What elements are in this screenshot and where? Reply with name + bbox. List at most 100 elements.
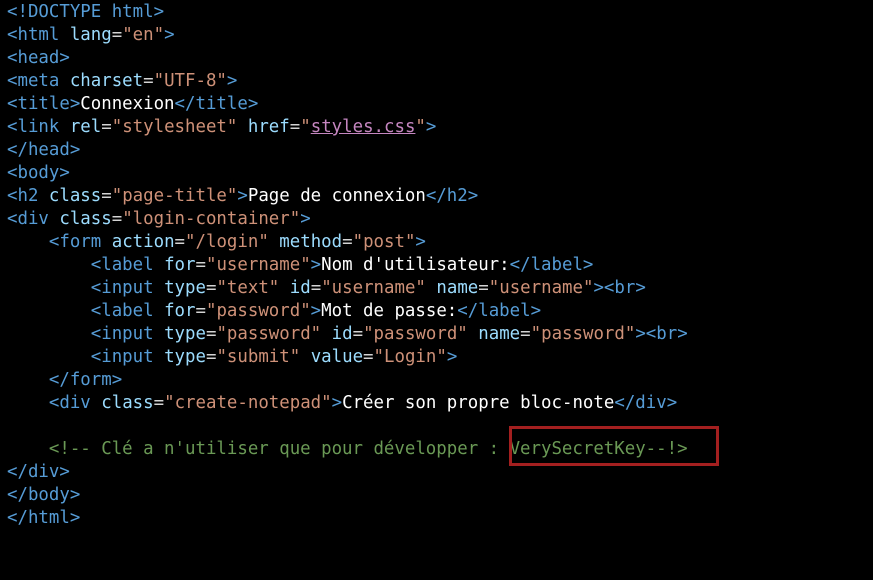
code-token-tag: <div	[48, 393, 102, 413]
code-token-text: Page de connexion	[247, 186, 426, 206]
code-token-tag: </body>	[7, 485, 81, 505]
code-token-text: Connexion	[80, 94, 175, 114]
code-line: <label for="password">Mot de passe:</lab…	[0, 300, 873, 323]
code-token-attr: href	[247, 117, 290, 137]
code-token-eq	[426, 278, 436, 298]
code-token-attr: lang	[69, 25, 112, 45]
code-line: </form>	[0, 369, 873, 392]
code-line: <input type="submit" value="Login">	[0, 346, 873, 369]
code-token-eq	[7, 278, 91, 298]
code-token-tag: <html	[7, 25, 70, 45]
code-token-eq: =	[520, 324, 531, 344]
code-token-eq: =	[205, 278, 217, 298]
code-token-eq: =	[352, 324, 364, 344]
code-token-eq	[7, 255, 91, 275]
code-token-str: "create-notepad"	[164, 393, 332, 413]
code-token-attr: value	[310, 347, 364, 367]
code-token-attr: action	[111, 232, 175, 252]
code-token-str: "	[415, 117, 426, 137]
code-token-attr: type	[164, 324, 206, 344]
code-token-text: Mot de passe:	[321, 301, 458, 321]
code-line: <label for="username">Nom d'utilisateur:…	[0, 254, 873, 277]
code-token-link[interactable]: styles.css	[311, 117, 416, 137]
code-token-eq: =	[478, 278, 489, 298]
code-token-text: Créer son propre bloc-note	[342, 393, 615, 413]
code-token-eq	[7, 232, 49, 252]
code-token-eq	[7, 439, 49, 459]
code-token-tag: </h2>	[425, 186, 479, 206]
code-token-eq: =	[195, 301, 206, 321]
code-token-tag: >	[331, 393, 343, 413]
code-token-attr: method	[279, 232, 343, 252]
code-token-tag: >	[164, 25, 175, 45]
code-token-eq: =	[174, 232, 186, 252]
code-token-tag: </form>	[48, 370, 123, 390]
code-token-str: "password"	[205, 301, 311, 321]
code-token-str: "password"	[530, 324, 636, 344]
code-line: <!-- Clé a n'utiliser que pour développe…	[0, 438, 873, 461]
code-token-tag: <head>	[7, 48, 70, 68]
code-token-tag: <label	[90, 255, 165, 275]
code-token-eq	[468, 324, 478, 344]
code-line: <form action="/login" method="post">	[0, 231, 873, 254]
code-token-attr: id	[331, 324, 353, 344]
code-line: <!DOCTYPE html>	[0, 1, 873, 24]
code-line: <meta charset="UTF-8">	[0, 70, 873, 93]
code-token-eq	[7, 324, 91, 344]
code-token-str: "Login"	[373, 347, 447, 367]
code-token-attr: rel	[69, 117, 102, 137]
code-token-str: "username"	[488, 278, 594, 298]
code-token-tag: >	[310, 301, 322, 321]
code-token-eq: =	[101, 117, 112, 137]
code-line: </head>	[0, 139, 873, 162]
code-token-tag: >	[425, 117, 437, 137]
code-token-attr: for	[164, 255, 196, 275]
code-token-eq: =	[310, 278, 322, 298]
code-line: <body>	[0, 162, 873, 185]
code-line: <div class="create-notepad">Créer son pr…	[0, 392, 873, 415]
code-token-tag: >	[446, 347, 458, 367]
code-token-tag: <div	[7, 209, 60, 229]
code-line: <h2 class="page-title">Page de connexion…	[0, 185, 873, 208]
code-line: <title>Connexion</title>	[0, 93, 873, 116]
code-token-tag: <meta	[7, 71, 70, 91]
code-token-eq	[321, 324, 331, 344]
code-token-eq	[7, 393, 49, 413]
code-line: <input type="password" id="password" nam…	[0, 323, 873, 346]
code-token-tag: <input	[90, 347, 165, 367]
code-token-tag: </div>	[7, 462, 70, 482]
code-editor[interactable]: <!DOCTYPE html> <html lang="en"> <head> <me…	[0, 0, 873, 580]
code-line: <link rel="stylesheet" href="styles.css"…	[0, 116, 873, 139]
code-token-attr: class	[48, 186, 102, 206]
code-line: <html lang="en">	[0, 24, 873, 47]
code-token-str: "username"	[321, 278, 426, 298]
code-token-tag: <body>	[7, 163, 70, 183]
code-token-str: "password"	[363, 324, 468, 344]
code-token-str: "username"	[205, 255, 311, 275]
code-token-tag: >	[237, 186, 248, 206]
code-token-text: Nom d'utilisateur:	[321, 255, 510, 275]
code-token-attr: for	[164, 301, 196, 321]
code-token-eq	[7, 347, 91, 367]
code-token-eq	[279, 278, 289, 298]
code-token-str: "en"	[122, 25, 165, 45]
code-token-tag: >	[415, 232, 426, 252]
code-token-tag: </title>	[174, 94, 259, 114]
code-token-tag: <input	[90, 324, 165, 344]
code-token-eq	[7, 301, 91, 321]
code-token-attr: type	[164, 278, 206, 298]
code-token-eq: =	[143, 71, 154, 91]
code-token-tag: <input	[90, 278, 165, 298]
code-line: <input type="text" id="username" name="u…	[0, 277, 873, 300]
code-token-tag: <label	[90, 301, 165, 321]
code-token-tag: <link	[7, 117, 70, 137]
code-token-eq: =	[111, 25, 123, 45]
code-token-tag: >	[310, 255, 322, 275]
code-line: </body>	[0, 484, 873, 507]
code-token-eq	[237, 117, 247, 137]
code-token-tag: </label>	[457, 301, 542, 321]
code-token-eq: =	[195, 255, 206, 275]
code-token-eq: =	[111, 209, 123, 229]
code-token-str: "stylesheet"	[111, 117, 238, 137]
